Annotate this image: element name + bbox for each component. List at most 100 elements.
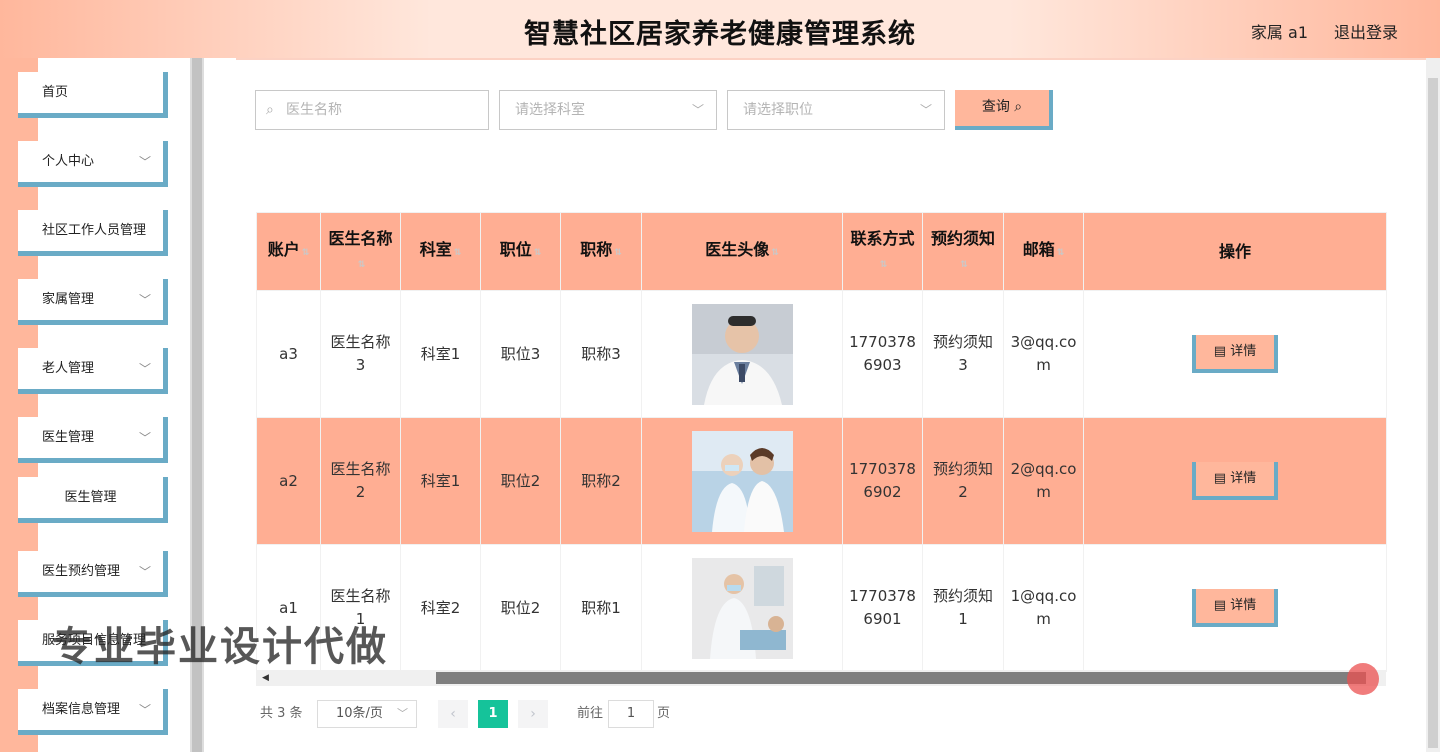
col-header-email[interactable]: 邮箱 ⇅ — [1003, 212, 1084, 291]
cell-account: a2 — [256, 417, 321, 545]
sidebar-item-label: 个人中心 — [42, 154, 95, 169]
next-page-button[interactable]: › — [518, 700, 548, 728]
goto-label: 前往 — [577, 706, 604, 721]
query-button[interactable]: 查询 ⌕ — [955, 90, 1053, 130]
scroll-left-arrow-icon[interactable]: ◀ — [262, 670, 269, 686]
cell-notice: 预约须知1 — [922, 544, 1004, 672]
col-header-phone[interactable]: 联系方式 ⇅ — [842, 212, 923, 291]
col-header-position[interactable]: 职位 ⇅ — [480, 212, 561, 291]
position-placeholder: 请选择职位 — [743, 102, 813, 118]
header-label: 科室 — [419, 240, 452, 259]
cell-notice: 预约须知2 — [922, 417, 1004, 545]
doctor-avatar-image[interactable] — [691, 557, 793, 659]
goto-page-input[interactable]: 1 — [608, 700, 654, 728]
cell-phone: 17703786902 — [842, 417, 923, 545]
chevron-down-icon: ﹀ — [138, 362, 151, 376]
prev-page-button[interactable]: ‹ — [438, 700, 468, 728]
sidebar-item-archive[interactable]: 档案信息管理 ﹀ — [18, 689, 168, 735]
col-header-name[interactable]: 医生名称 ⇅ — [320, 212, 401, 291]
chevron-down-icon: ﹀ — [919, 103, 932, 117]
table-row: a3 医生名称3 科室1 职位3 职称3 17703786903 预约须知3 3… — [256, 290, 1387, 418]
sort-icon[interactable]: ⇅ — [771, 248, 779, 258]
sidebar-item-family[interactable]: 家属管理 ﹀ — [18, 279, 168, 325]
detail-label: 详情 — [1230, 344, 1257, 359]
sort-icon[interactable]: ⇅ — [534, 248, 542, 258]
cell-notice: 预约须知3 — [922, 290, 1004, 418]
header-label: 邮箱 — [1022, 240, 1055, 259]
detail-button[interactable]: ▤ 详情 — [1192, 462, 1278, 500]
dept-select[interactable]: 请选择科室 ﹀ — [499, 90, 717, 130]
header-label: 账户 — [267, 240, 300, 259]
sidebar-item-home[interactable]: 首页 — [18, 72, 168, 118]
cell-title: 职称3 — [560, 290, 642, 418]
sort-icon[interactable]: ⇅ — [614, 248, 622, 258]
main-content: ⌕ 医生名称 请选择科室 ﹀ 请选择职位 ﹀ 查询 ⌕ 账户 ⇅ 医生名称⇅ 科室… — [204, 58, 1426, 752]
cell-email: 1@qq.com — [1003, 544, 1084, 672]
sidebar-item-appointment[interactable]: 医生预约管理 ﹀ — [18, 551, 168, 597]
page-scrollbar[interactable] — [1426, 58, 1440, 752]
col-header-notice[interactable]: 预约须知 ⇅ — [922, 212, 1004, 291]
sidebar-item-personal-center[interactable]: 个人中心 ﹀ — [18, 141, 168, 187]
chevron-down-icon: ﹀ — [138, 155, 151, 169]
document-icon: ▤ — [1213, 471, 1231, 486]
pagination-total: 共 3 条 — [260, 706, 303, 721]
sort-icon[interactable]: ⇅ — [960, 260, 968, 270]
cell-position: 职位2 — [480, 544, 561, 672]
sidebar-subitem-doctor[interactable]: 医生管理 — [18, 477, 168, 523]
dept-placeholder: 请选择科室 — [515, 102, 585, 118]
sidebar-item-doctor[interactable]: 医生管理 ﹀ — [18, 417, 168, 463]
col-header-action: 操作 — [1083, 212, 1387, 291]
col-header-title[interactable]: 职称 ⇅ — [560, 212, 642, 291]
detail-label: 详情 — [1230, 598, 1257, 613]
sidebar-scrollbar[interactable] — [190, 58, 204, 752]
header-label: 联系方式 — [850, 228, 915, 248]
cell-name: 医生名称3 — [320, 290, 401, 418]
sidebar-item-label: 医生预约管理 — [42, 564, 121, 579]
chevron-down-icon: ﹀ — [138, 703, 151, 717]
app-title: 智慧社区居家养老健康管理系统 — [524, 19, 916, 50]
position-select[interactable]: 请选择职位 ﹀ — [727, 90, 945, 130]
cell-email: 2@qq.com — [1003, 417, 1084, 545]
page-size-select[interactable]: 10条/页 ﹀ — [317, 700, 417, 728]
detail-button[interactable]: ▤ 详情 — [1192, 335, 1278, 373]
sort-icon[interactable]: ⇅ — [454, 248, 462, 258]
col-header-avatar[interactable]: 医生头像 ⇅ — [641, 212, 843, 291]
cell-action: ▤ 详情 — [1083, 417, 1387, 545]
col-header-account[interactable]: 账户 ⇅ — [256, 212, 321, 291]
header-label: 职称 — [580, 240, 613, 259]
sidebar-scrollbar-thumb[interactable] — [192, 58, 202, 752]
col-header-dept[interactable]: 科室 ⇅ — [400, 212, 481, 291]
page-unit-label: 页 — [657, 706, 671, 721]
detail-button[interactable]: ▤ 详情 — [1192, 589, 1278, 627]
sidebar-item-staff[interactable]: 社区工作人员管理 — [18, 210, 168, 256]
sort-icon[interactable]: ⇅ — [1057, 248, 1065, 258]
chevron-down-icon: ﹀ — [397, 707, 408, 720]
table-horizontal-scrollbar[interactable]: ◀ — [256, 670, 1386, 686]
document-icon: ▤ — [1213, 344, 1231, 359]
cell-email: 3@qq.com — [1003, 290, 1084, 418]
sidebar-item-elderly[interactable]: 老人管理 ﹀ — [18, 348, 168, 394]
cell-phone: 17703786903 — [842, 290, 923, 418]
cell-position: 职位3 — [480, 290, 561, 418]
doctor-avatar-image[interactable] — [691, 430, 793, 532]
detail-label: 详情 — [1230, 471, 1257, 486]
table-header-row: 账户 ⇅ 医生名称⇅ 科室 ⇅ 职位 ⇅ 职称 ⇅ 医生头像 ⇅ 联系方式⇅ 预约须知⇅ … — [256, 212, 1387, 291]
logout-link[interactable]: 退出登录 — [1334, 19, 1398, 43]
sidebar: 首页 个人中心 ﹀ 社区工作人员管理 家属管理 ﹀ 老人管理 ﹀ 医生管理 ﹀ 医生管理… — [0, 58, 190, 752]
page-scrollbar-thumb[interactable] — [1428, 78, 1438, 748]
sidebar-item-label: 档案信息管理 — [42, 702, 121, 717]
sidebar-item-service[interactable]: 服务项目信息管理 — [18, 620, 168, 666]
page-size-label: 10条/页 — [336, 706, 383, 721]
cell-account: a3 — [256, 290, 321, 418]
doctor-table: 账户 ⇅ 医生名称⇅ 科室 ⇅ 职位 ⇅ 职称 ⇅ 医生头像 ⇅ 联系方式⇅ 预约须知⇅ … — [256, 212, 1387, 672]
horizontal-scrollbar-thumb[interactable] — [436, 672, 1366, 684]
chevron-down-icon: ﹀ — [138, 293, 151, 307]
chevron-down-icon: ﹀ — [138, 431, 151, 445]
sort-icon[interactable]: ⇅ — [880, 260, 888, 270]
doctor-name-search-input[interactable]: ⌕ 医生名称 — [255, 90, 489, 130]
sort-icon[interactable]: ⇅ — [358, 260, 366, 270]
header-label: 职位 — [499, 240, 532, 259]
sort-icon[interactable]: ⇅ — [302, 248, 310, 258]
doctor-avatar-image[interactable] — [691, 303, 793, 405]
page-number-current[interactable]: 1 — [478, 700, 508, 728]
